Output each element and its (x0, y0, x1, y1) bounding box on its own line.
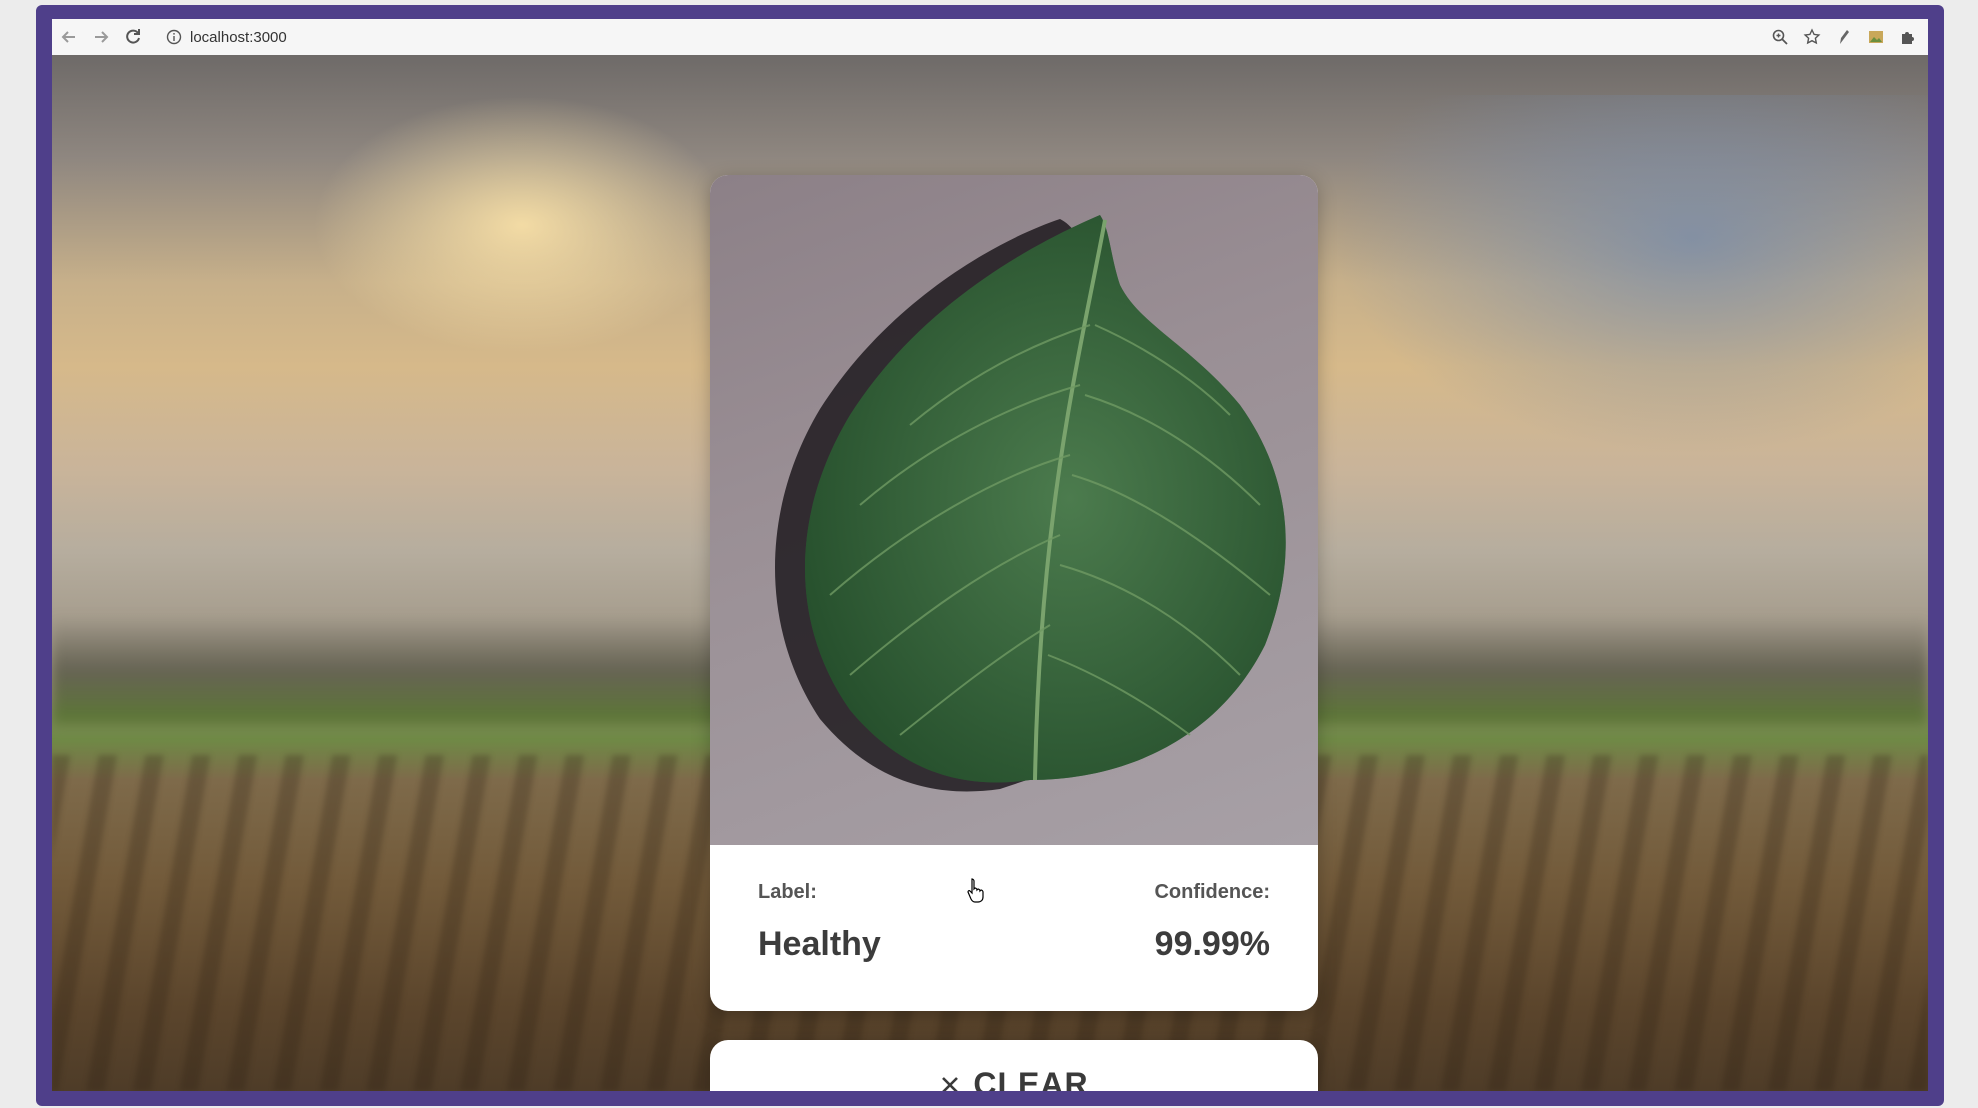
address-bar[interactable]: localhost:3000 (166, 29, 287, 46)
cloud (1332, 95, 1928, 455)
pen-icon[interactable] (1834, 27, 1854, 47)
image-icon[interactable] (1866, 27, 1886, 47)
prediction-result: Label: Confidence: Healthy 99.99% (710, 845, 1318, 1011)
prediction-card: Label: Confidence: Healthy 99.99% (710, 175, 1318, 1011)
zoom-icon[interactable] (1770, 27, 1790, 47)
hand-cursor-icon (967, 878, 984, 903)
page-viewport: Label: Confidence: Healthy 99.99% CLEAR (52, 55, 1928, 1091)
reload-icon[interactable] (118, 22, 148, 52)
sun-glow (312, 95, 732, 355)
uploaded-leaf-image[interactable] (710, 175, 1318, 845)
puzzle-icon[interactable] (1898, 27, 1918, 47)
star-icon[interactable] (1802, 27, 1822, 47)
browser-toolbar: localhost:3000 (52, 19, 1928, 55)
confidence-heading: Confidence: (1154, 881, 1270, 903)
confidence-value: 99.99% (1154, 925, 1270, 963)
label-heading: Label: (758, 881, 817, 903)
clear-button-label: CLEAR (973, 1066, 1089, 1091)
browser-tools (1770, 27, 1918, 47)
clear-button[interactable]: CLEAR (710, 1040, 1318, 1091)
clear-button-content: CLEAR (939, 1066, 1088, 1091)
back-arrow-icon[interactable] (54, 22, 84, 52)
leaf-illustration (775, 215, 1286, 792)
forward-arrow-icon[interactable] (86, 22, 116, 52)
close-icon (939, 1074, 961, 1091)
info-icon[interactable] (166, 29, 182, 45)
url-text[interactable]: localhost:3000 (190, 29, 287, 46)
label-value: Healthy (758, 925, 881, 963)
